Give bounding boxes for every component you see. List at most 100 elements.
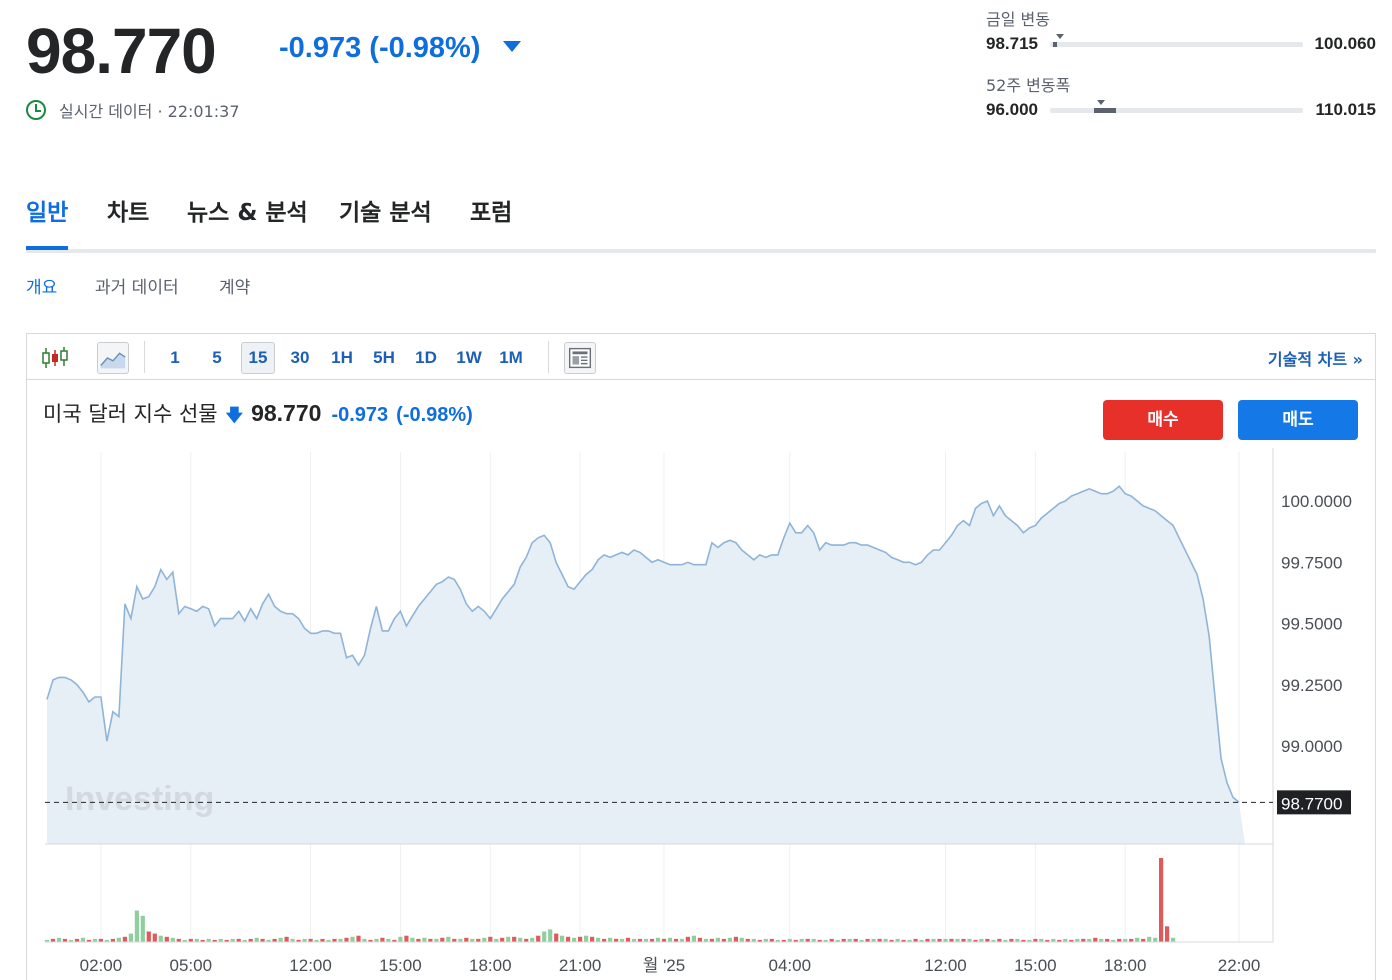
y-tick-label: 100.0000 [1281, 492, 1352, 511]
volume-bar [116, 937, 121, 942]
volume-bar [158, 935, 163, 942]
volume-bar [1171, 937, 1176, 942]
volume-bar [590, 936, 595, 943]
last-price: 98.770 [26, 15, 217, 87]
volume-bar [128, 933, 133, 942]
week52-range: 52주 변동폭 96.000 110.015 [986, 72, 1376, 120]
tab-forum[interactable]: 포럼 [470, 193, 512, 247]
volume-bar [56, 937, 62, 942]
x-tick-label: 15:00 [379, 956, 422, 974]
x-tick-label: 12:00 [924, 956, 967, 974]
volume-bar [284, 936, 289, 943]
volume-bar [1165, 926, 1170, 943]
price-area [47, 486, 1245, 844]
tab-technical-analysis[interactable]: 기술 분석 [339, 193, 432, 247]
day-range-marker-icon [1056, 33, 1065, 39]
watermark-brand-overlay: Investing [65, 780, 214, 818]
volume-bar [566, 936, 571, 943]
volume-bar [440, 937, 445, 942]
volume-bar [697, 937, 702, 942]
tab-news-analysis[interactable]: 뉴스 & 분석 [187, 193, 308, 247]
volume-bar [464, 937, 469, 942]
x-tick-label: 22:00 [1218, 956, 1261, 974]
subtab-contract[interactable]: 계약 [219, 273, 250, 298]
down-arrow-icon [502, 41, 521, 52]
change-value: -0.973 [279, 32, 362, 64]
volume-bar [578, 936, 583, 943]
volume-bar [1147, 936, 1152, 943]
volume-bar [482, 937, 487, 942]
day-range-fill [1053, 41, 1057, 47]
x-tick-label: 04:00 [768, 956, 811, 974]
volume-bar [560, 935, 565, 942]
volume-bar [164, 936, 169, 943]
price-change: -0.973 (-0.98%) [279, 32, 521, 65]
volume-bar [733, 936, 738, 943]
volume-bar [685, 936, 690, 943]
week52-range-label: 52주 변동폭 [986, 76, 1071, 95]
x-tick-label: 12:00 [289, 956, 332, 974]
volume-bar [140, 915, 145, 943]
day-range-label: 금일 변동 [986, 10, 1050, 29]
day-range-bar [1050, 33, 1303, 47]
volume-bar [548, 929, 553, 942]
volume-bar [488, 936, 493, 943]
volume-bar [554, 933, 559, 942]
week52-range-marker-icon [1096, 99, 1105, 105]
chart-widget: 1 5 15 30 1H 5H 1D 1W 1M 기술적 차트 » 미국 달러 … [26, 333, 1376, 980]
volume-bar [536, 935, 541, 942]
volume-bar [1093, 937, 1098, 942]
x-tick-label: 월 '25 [643, 956, 686, 974]
volume-bar [1153, 937, 1158, 942]
y-tick-label: 99.0000 [1281, 737, 1342, 756]
tab-chart[interactable]: 차트 [107, 193, 149, 247]
week52-range-fill [1094, 107, 1116, 113]
volume-bar [278, 937, 283, 942]
day-range: 금일 변동 98.715 100.060 [986, 6, 1376, 54]
volume-bar [152, 933, 157, 942]
volume-bar [715, 937, 720, 942]
volume-bar [625, 937, 631, 942]
volume-bar [410, 937, 415, 942]
x-tick-label: 05:00 [169, 956, 212, 974]
realtime-status: 실시간 데이터 · 22:01:37 [26, 98, 240, 122]
current-price-label: 98.7700 [1281, 794, 1342, 813]
volume-bar [584, 935, 589, 942]
x-tick-label: 21:00 [559, 956, 602, 974]
volume-bar [572, 937, 577, 942]
y-tick-label: 99.7500 [1281, 553, 1342, 572]
volume-bar [1135, 937, 1140, 942]
tab-general[interactable]: 일반 [26, 193, 69, 250]
volume-bar [380, 937, 385, 942]
price-chart[interactable]: Investing.comInvesting98.7700100.000099.… [27, 334, 1375, 974]
y-tick-label: 99.2500 [1281, 676, 1342, 695]
volume-bar [122, 936, 127, 943]
volume-bar [350, 936, 355, 943]
subtab-historical-data[interactable]: 과거 데이터 [95, 273, 179, 298]
volume-bar [446, 936, 451, 943]
volume-bar [398, 936, 403, 943]
volume-bar [655, 937, 661, 942]
volume-bar [344, 937, 349, 942]
volume-bar [667, 937, 673, 942]
volume-bar [146, 931, 151, 942]
volume-bar [596, 937, 601, 942]
week52-range-low: 96.000 [986, 100, 1038, 119]
volume-bar [518, 937, 523, 942]
realtime-label: 실시간 데이터 · 22:01:37 [59, 102, 240, 121]
volume-bar [542, 931, 547, 942]
volume-bar [691, 935, 696, 942]
volume-bar [422, 937, 427, 942]
subtab-overview[interactable]: 개요 [26, 273, 57, 298]
volume-bar [512, 936, 517, 943]
volume-bar [739, 937, 744, 942]
volume-bar [727, 937, 732, 942]
volume-bar [80, 937, 85, 942]
day-range-low: 98.715 [986, 34, 1038, 53]
main-tabs: 일반 차트 뉴스 & 분석 기술 분석 포럼 [26, 193, 1376, 253]
week52-range-high: 110.015 [1315, 100, 1376, 119]
x-tick-label: 18:00 [469, 956, 512, 974]
x-tick-label: 15:00 [1014, 956, 1057, 974]
clock-icon [26, 100, 46, 120]
x-tick-label: 02:00 [80, 956, 123, 974]
